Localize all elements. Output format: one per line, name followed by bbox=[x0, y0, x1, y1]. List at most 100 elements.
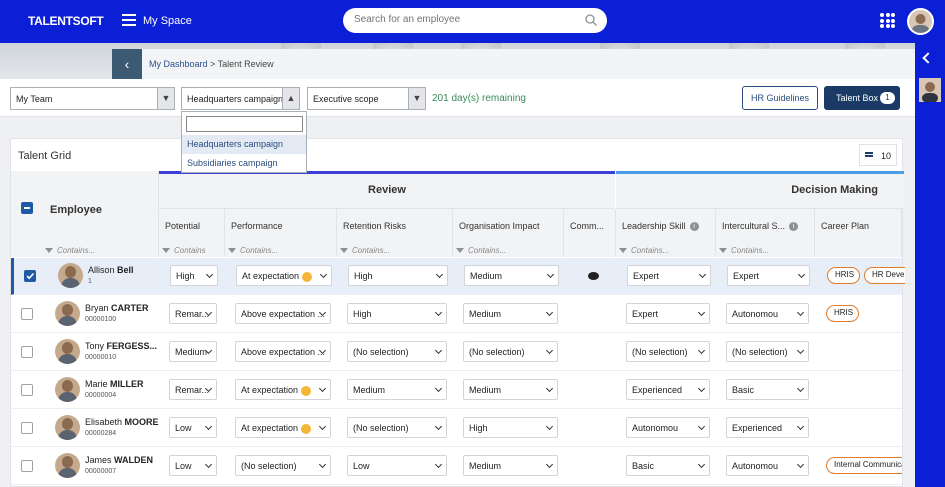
table-row[interactable]: Marie MILLER 00000004 Remar... At expect… bbox=[11, 372, 902, 409]
column-header-intercultural[interactable]: Intercultural S... i bbox=[716, 209, 815, 246]
campaign-option[interactable]: Headquarters campaign bbox=[182, 135, 306, 154]
potential-select[interactable]: Low bbox=[169, 417, 217, 438]
career-plan-tag[interactable]: HRIS bbox=[826, 305, 859, 322]
info-icon[interactable]: i bbox=[689, 222, 699, 232]
potential-filter[interactable]: Contains bbox=[159, 246, 225, 257]
leadership-select[interactable]: Autonomou bbox=[626, 417, 710, 438]
performance-select[interactable]: Above expectation ... bbox=[235, 303, 331, 324]
retention-select[interactable]: High bbox=[348, 265, 448, 286]
employee-name[interactable]: Marie MILLER bbox=[85, 379, 144, 389]
brand-logo[interactable]: TALENTSOFT bbox=[28, 14, 104, 28]
employee-name[interactable]: Tony FERGESS... bbox=[85, 341, 157, 351]
potential-select[interactable]: Low bbox=[169, 455, 217, 476]
side-panel-avatar[interactable] bbox=[919, 78, 941, 102]
retention-select[interactable]: High bbox=[347, 303, 447, 324]
impact-select[interactable]: Medium bbox=[463, 379, 558, 400]
table-row[interactable]: Allison Bell 1 High At expectation High … bbox=[11, 258, 905, 295]
intercultural-select[interactable]: Basic bbox=[726, 379, 809, 400]
employee-name[interactable]: Elisabeth MOORE bbox=[85, 417, 159, 427]
row-checkbox[interactable] bbox=[21, 422, 33, 434]
impact-select[interactable]: (No selection) bbox=[463, 341, 558, 362]
performance-filter[interactable]: Contains... bbox=[225, 246, 337, 257]
retention-filter[interactable]: Contains... bbox=[337, 246, 453, 257]
apps-grid-icon[interactable] bbox=[880, 13, 895, 28]
intercultural-select[interactable]: Autonomou bbox=[726, 303, 809, 324]
column-header-comments[interactable]: Comm... bbox=[564, 209, 616, 246]
my-space-link[interactable]: My Space bbox=[143, 15, 192, 27]
performance-select[interactable]: At expectation bbox=[235, 379, 331, 400]
row-checkbox[interactable] bbox=[21, 384, 33, 396]
row-checkbox[interactable] bbox=[21, 346, 33, 358]
career-plan-tag[interactable]: Internal Communica bbox=[826, 457, 902, 474]
column-header-leadership[interactable]: Leadership Skill i bbox=[616, 209, 716, 246]
search-input[interactable] bbox=[354, 14, 574, 25]
performance-select[interactable]: (No selection) bbox=[235, 455, 331, 476]
performance-select[interactable]: At expectation bbox=[235, 417, 331, 438]
column-header-retention[interactable]: Retention Risks bbox=[337, 209, 453, 246]
retention-select[interactable]: Low bbox=[347, 455, 447, 476]
team-select[interactable]: My Team ▼ bbox=[10, 87, 175, 110]
table-row[interactable]: Elisabeth MOORE 00000284 Low At expectat… bbox=[11, 410, 902, 447]
impact-select[interactable]: Medium bbox=[463, 455, 558, 476]
talent-box-button[interactable]: Talent Box 1 bbox=[824, 86, 900, 110]
comment-icon[interactable] bbox=[588, 272, 599, 280]
retention-select[interactable]: (No selection) bbox=[347, 341, 447, 362]
page-size-selector[interactable]: 10 bbox=[859, 144, 897, 166]
potential-select[interactable]: Remar... bbox=[169, 303, 217, 324]
retention-select[interactable]: (No selection) bbox=[347, 417, 447, 438]
table-row[interactable]: Bryan CARTER 00000100 Remar... Above exp… bbox=[11, 296, 902, 333]
row-checkbox[interactable] bbox=[21, 308, 33, 320]
select-all-checkbox[interactable] bbox=[21, 202, 33, 214]
employee-filter[interactable]: Contains... bbox=[11, 246, 159, 257]
breadcrumb-dashboard-link[interactable]: My Dashboard bbox=[149, 59, 208, 69]
vertical-scrollbar[interactable] bbox=[908, 138, 914, 487]
leadership-select[interactable]: (No selection) bbox=[626, 341, 710, 362]
hr-guidelines-button[interactable]: HR Guidelines bbox=[742, 86, 818, 110]
intercultural-select[interactable]: (No selection) bbox=[726, 341, 809, 362]
impact-select[interactable]: High bbox=[463, 417, 558, 438]
potential-select[interactable]: Medium bbox=[169, 341, 217, 362]
chevron-left-icon[interactable] bbox=[922, 52, 934, 64]
performance-select[interactable]: At expectation bbox=[236, 265, 332, 286]
column-header-career-plan[interactable]: Career Plan bbox=[815, 209, 902, 246]
row-checkbox[interactable] bbox=[21, 460, 33, 472]
leadership-select[interactable]: Basic bbox=[626, 455, 710, 476]
search-icon[interactable] bbox=[585, 14, 597, 26]
leadership-select[interactable]: Expert bbox=[627, 265, 711, 286]
campaign-select[interactable]: Headquarters campaign ▲ bbox=[181, 87, 300, 110]
scope-select[interactable]: Executive scope ▼ bbox=[307, 87, 426, 110]
employee-name[interactable]: James WALDEN bbox=[85, 455, 153, 465]
retention-select[interactable]: Medium bbox=[347, 379, 447, 400]
chevron-down-icon[interactable]: ▼ bbox=[157, 88, 174, 109]
employee-name[interactable]: Bryan CARTER bbox=[85, 303, 149, 313]
career-plan-tag[interactable]: HRIS bbox=[827, 267, 860, 284]
table-row[interactable]: Tony FERGESS... 00000010 Medium Above ex… bbox=[11, 334, 902, 371]
potential-select[interactable]: High bbox=[170, 265, 218, 286]
campaign-filter-input[interactable] bbox=[186, 116, 303, 132]
intercultural-select[interactable]: Autonomou bbox=[726, 455, 809, 476]
table-row[interactable]: James WALDEN 00000007 Low (No selection)… bbox=[11, 448, 902, 485]
back-button[interactable]: ‹ bbox=[112, 49, 142, 79]
career-plan-tag[interactable]: HR Develo bbox=[864, 267, 905, 284]
leadership-select[interactable]: Expert bbox=[626, 303, 710, 324]
intercultural-filter[interactable]: Contains... bbox=[716, 246, 815, 257]
column-header-potential[interactable]: Potential bbox=[159, 209, 225, 246]
impact-select[interactable]: Medium bbox=[463, 303, 558, 324]
column-header-performance[interactable]: Performance bbox=[225, 209, 337, 246]
user-avatar[interactable] bbox=[907, 8, 934, 35]
column-header-impact[interactable]: Organisation Impact bbox=[453, 209, 564, 246]
intercultural-select[interactable]: Experienced bbox=[726, 417, 809, 438]
chevron-up-icon[interactable]: ▲ bbox=[282, 88, 299, 109]
impact-select[interactable]: Medium bbox=[464, 265, 559, 286]
info-icon[interactable]: i bbox=[789, 222, 799, 232]
campaign-option[interactable]: Subsidiaries campaign bbox=[182, 154, 306, 173]
impact-filter[interactable]: Contains... bbox=[453, 246, 564, 257]
performance-select[interactable]: Above expectation ... bbox=[235, 341, 331, 362]
chevron-down-icon[interactable]: ▼ bbox=[408, 88, 425, 109]
row-checkbox[interactable] bbox=[24, 270, 36, 282]
intercultural-select[interactable]: Expert bbox=[727, 265, 810, 286]
leadership-filter[interactable]: Contains... bbox=[616, 246, 716, 257]
potential-select[interactable]: Remar... bbox=[169, 379, 217, 400]
leadership-select[interactable]: Experienced bbox=[626, 379, 710, 400]
menu-icon[interactable] bbox=[122, 14, 136, 26]
